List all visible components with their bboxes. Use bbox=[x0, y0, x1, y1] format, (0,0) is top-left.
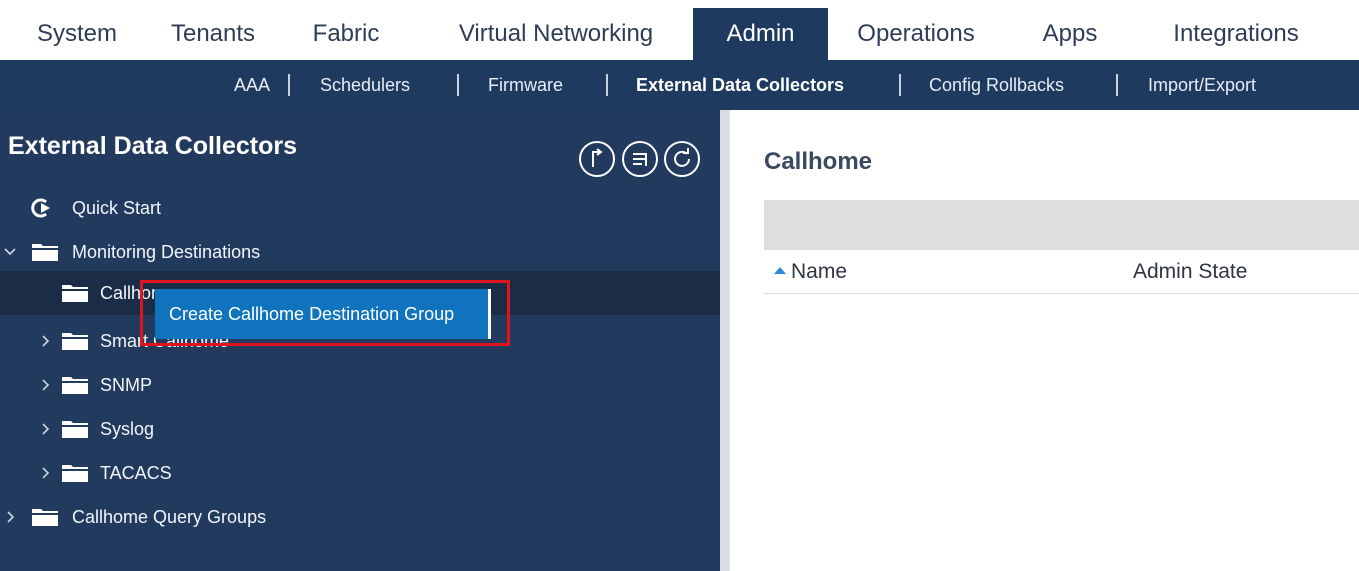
annotation-highlight-box bbox=[140, 280, 510, 346]
folder-icon bbox=[62, 333, 88, 350]
tab-integrations[interactable]: Integrations bbox=[1146, 8, 1326, 60]
chevron-right-icon[interactable] bbox=[3, 507, 17, 527]
tab-admin[interactable]: Admin bbox=[693, 8, 828, 60]
top-nav-bar: System Tenants Fabric Virtual Networking… bbox=[0, 0, 1359, 60]
subnav-separator bbox=[899, 74, 901, 96]
tree-item-tacacs[interactable]: TACACS bbox=[0, 451, 720, 495]
table-header: Name Admin State bbox=[764, 250, 1359, 294]
work-pane-title: Callhome bbox=[764, 148, 873, 175]
tree-item-label: SNMP bbox=[100, 375, 153, 395]
tree-item-label: Callhome Query Groups bbox=[72, 507, 267, 527]
work-pane-toolbar bbox=[764, 200, 1359, 250]
subnav-import-export[interactable]: Import/Export bbox=[1148, 60, 1256, 110]
folder-icon bbox=[62, 465, 88, 482]
chevron-down-icon[interactable] bbox=[3, 242, 17, 262]
chevron-right-icon[interactable] bbox=[38, 331, 52, 351]
tree-item-monitoring-destinations[interactable]: Monitoring Destinations bbox=[0, 230, 720, 274]
subnav-config-rollbacks[interactable]: Config Rollbacks bbox=[929, 60, 1064, 110]
sub-nav-bar: AAA Schedulers Firmware External Data Co… bbox=[0, 60, 1359, 110]
chevron-right-icon[interactable] bbox=[38, 463, 52, 483]
tab-operations[interactable]: Operations bbox=[838, 8, 994, 60]
upload-icon[interactable] bbox=[579, 141, 615, 177]
folder-icon bbox=[32, 509, 58, 526]
tree-item-quick-start[interactable]: Quick Start bbox=[0, 186, 720, 230]
tree-item-label: Syslog bbox=[100, 419, 155, 439]
play-icon bbox=[31, 198, 50, 218]
tab-virtual-networking[interactable]: Virtual Networking bbox=[432, 8, 680, 60]
tab-tenants[interactable]: Tenants bbox=[152, 8, 274, 60]
subnav-aaa[interactable]: AAA bbox=[234, 60, 270, 110]
list-icon[interactable] bbox=[622, 141, 658, 177]
column-header-admin-state[interactable]: Admin State bbox=[1133, 250, 1247, 294]
subnav-firmware[interactable]: Firmware bbox=[488, 60, 563, 110]
tab-fabric[interactable]: Fabric bbox=[296, 8, 396, 60]
subnav-separator bbox=[606, 74, 608, 96]
column-header-name[interactable]: Name bbox=[791, 250, 847, 294]
folder-icon bbox=[62, 377, 88, 394]
subnav-separator bbox=[1116, 74, 1118, 96]
folder-icon bbox=[32, 244, 58, 261]
tree-item-label: Quick Start bbox=[72, 198, 162, 218]
tree-item-syslog[interactable]: Syslog bbox=[0, 407, 720, 451]
chevron-right-icon[interactable] bbox=[38, 419, 52, 439]
sort-ascending-icon[interactable] bbox=[774, 267, 786, 274]
pane-splitter[interactable] bbox=[720, 110, 730, 571]
tab-system[interactable]: System bbox=[18, 8, 136, 60]
subnav-separator bbox=[288, 74, 290, 96]
refresh-icon[interactable] bbox=[664, 141, 700, 177]
folder-icon bbox=[62, 421, 88, 438]
panel-title: External Data Collectors bbox=[8, 132, 297, 160]
subnav-schedulers[interactable]: Schedulers bbox=[320, 60, 410, 110]
chevron-right-icon[interactable] bbox=[38, 375, 52, 395]
tree-item-label: Monitoring Destinations bbox=[72, 242, 261, 262]
tree-item-label: TACACS bbox=[100, 463, 172, 483]
subnav-external-data-collectors[interactable]: External Data Collectors bbox=[636, 60, 844, 110]
work-pane: Callhome Name Admin State bbox=[730, 110, 1359, 571]
tree-item-callhome-query-groups[interactable]: Callhome Query Groups bbox=[0, 495, 720, 539]
folder-icon bbox=[62, 285, 88, 302]
tree-item-snmp[interactable]: SNMP bbox=[0, 363, 720, 407]
subnav-separator bbox=[457, 74, 459, 96]
tab-apps[interactable]: Apps bbox=[1020, 8, 1120, 60]
